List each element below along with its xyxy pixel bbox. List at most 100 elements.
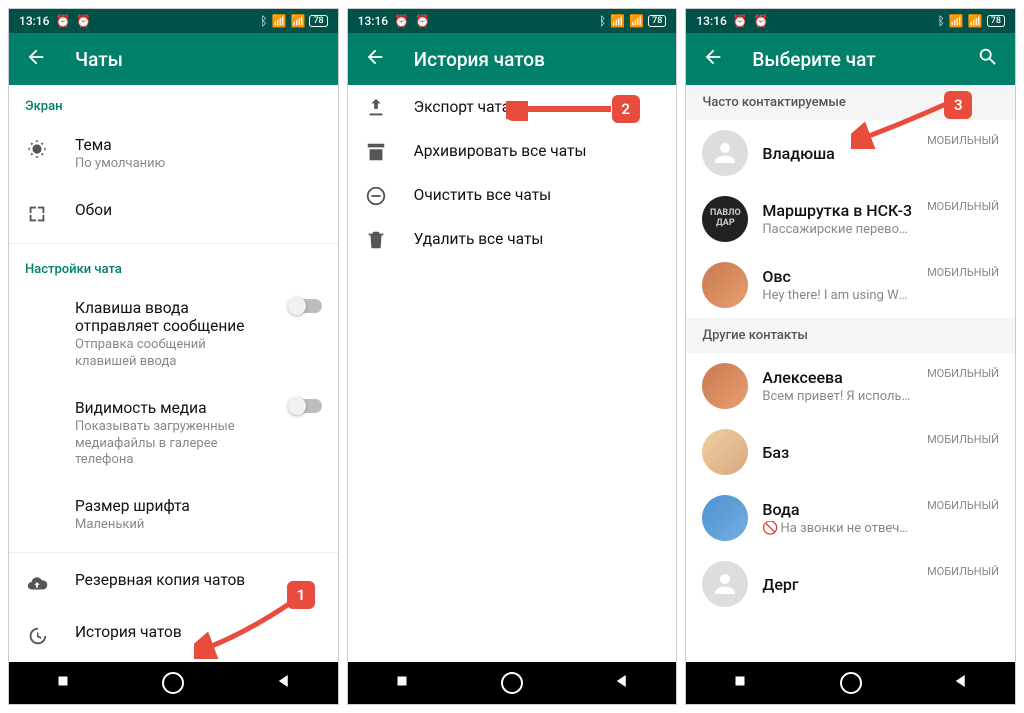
archive-icon [364,141,388,163]
brightness-icon [25,138,49,160]
contact-sub: Пассажирские перевозки Павлодар... [762,222,913,237]
battery-icon: 78 [987,15,1005,27]
history-icon [25,625,49,647]
contact-row[interactable]: Овс Hey there! I am using WhatsApp. МОБИЛ… [686,252,1015,318]
signal-icon: 📶 [629,14,644,28]
contact-type: МОБИЛЬНЫЙ [927,266,999,279]
contact-sub: Всем привет! Я использую WhatsAp... [762,389,913,404]
signal-icon: 📶 [290,14,305,28]
clear-label: Очистить все чаты [414,186,661,204]
nav-home[interactable] [840,672,862,694]
content: Экран ТемаПо умолчанию Обои Настройки ча… [9,85,338,662]
signal-icon: 📶 [968,14,983,28]
navbar [686,662,1015,704]
nav-home[interactable] [162,672,184,694]
alarm-icon: ⏰ [76,14,91,28]
enterkey-sub: Отправка сообщений клавишей ввода [75,337,262,371]
row-enterkey[interactable]: Клавиша ввода отправляет сообщениеОтправ… [9,285,338,385]
media-sub: Показывать загруженные медиафайлы в гале… [75,419,262,470]
delete-icon [364,229,388,251]
contact-row[interactable]: Баз МОБИЛЬНЫЙ [686,419,1015,485]
back-icon[interactable] [702,46,724,72]
navbar [9,662,338,704]
row-wallpaper[interactable]: Обои [9,187,338,239]
media-label: Видимость медиа [75,399,262,417]
back-icon[interactable] [364,46,386,72]
arrow-1 [194,599,294,659]
contact-type: МОБИЛЬНЫЙ [927,367,999,380]
section-display: Экран [9,85,338,122]
arrow-2 [506,101,616,121]
forbid-icon: 🚫 [762,521,778,536]
callout-2: 2 [612,95,640,123]
row-clear[interactable]: Очистить все чаты [348,173,677,217]
delete-label: Удалить все чаты [414,230,661,248]
page-title: Чаты [75,48,123,71]
contact-row[interactable]: Дерг МОБИЛЬНЫЙ [686,551,1015,617]
time: 13:16 [696,14,726,28]
divider [9,552,338,553]
avatar [702,363,748,409]
avatar [702,429,748,475]
statusbar: 13:16⏰⏰ ᛒ📶📶78 [686,9,1015,33]
row-delete[interactable]: Удалить все чаты [348,217,677,261]
battery-icon: 78 [648,15,666,27]
nav-home[interactable] [501,672,523,694]
nav-recents[interactable] [54,672,72,694]
row-media[interactable]: Видимость медиа Показывать загруженные ме… [9,385,338,484]
appbar: История чатов [348,33,677,85]
row-theme[interactable]: ТемаПо умолчанию [9,122,338,187]
nav-back[interactable] [275,672,293,694]
contact-name: Алексеева [762,368,913,387]
contact-name: Овс [762,267,913,286]
statusbar: 13:16⏰⏰ ᛒ📶📶78 [9,9,338,33]
appbar: Выберите чат [686,33,1015,85]
row-fontsize[interactable]: Размер шрифтаМаленький [9,483,338,548]
statusbar: 13:16⏰⏰ ᛒ📶📶78 [348,9,677,33]
enterkey-label: Клавиша ввода отправляет сообщение [75,299,262,335]
arrow-3 [851,99,951,149]
avatar [702,495,748,541]
contact-sub: 🚫На звонки не отвечаем! Не присы... [762,521,913,536]
theme-value: По умолчанию [75,156,322,173]
enterkey-switch[interactable] [288,299,322,313]
nav-recents[interactable] [393,672,411,694]
avatar [702,130,748,176]
clear-icon [364,185,388,207]
contact-name: Маршрутка в НСК-3 [762,201,913,220]
alarm-icon: ⏰ [733,14,748,28]
backup-label: Резервная копия чатов [75,571,322,589]
export-icon [364,97,388,119]
bluetooth-icon: ᛒ [260,14,267,28]
contact-row[interactable]: Вода🚫На звонки не отвечаем! Не присы... … [686,485,1015,551]
alarm-icon: ⏰ [415,14,430,28]
media-switch[interactable] [288,399,322,413]
wallpaper-icon [25,203,49,225]
contact-type: МОБИЛЬНЫЙ [927,565,999,578]
back-icon[interactable] [25,46,47,72]
nav-back[interactable] [613,672,631,694]
contact-sub: Hey there! I am using WhatsApp. [762,288,913,303]
contact-row[interactable]: Алексеева Всем привет! Я использую WhatsA… [686,353,1015,419]
divider [9,243,338,244]
contact-name: Баз [762,443,913,462]
archive-label: Архивировать все чаты [414,142,661,160]
time: 13:16 [19,14,49,28]
contact-row[interactable]: ПАВЛОДАР Маршрутка в НСК-3Пассажирские п… [686,186,1015,252]
alarm-icon: ⏰ [55,14,70,28]
row-archive[interactable]: Архивировать все чаты [348,129,677,173]
contact-type: МОБИЛЬНЫЙ [927,499,999,512]
navbar [348,662,677,704]
battery-icon: 78 [309,15,327,27]
search-icon[interactable] [977,46,999,72]
nav-back[interactable] [952,672,970,694]
contact-name: Вода [762,500,913,519]
content: Часто контактируемые Владюша МОБИЛЬНЫЙ П… [686,85,1015,662]
wallpaper-label: Обои [75,201,322,219]
section-other: Другие контакты [686,318,1015,353]
section-chat-settings: Настройки чата [9,248,338,285]
nav-recents[interactable] [731,672,749,694]
contact-type: МОБИЛЬНЫЙ [927,433,999,446]
alarm-icon: ⏰ [754,14,769,28]
signal-icon: 📶 [949,14,964,28]
